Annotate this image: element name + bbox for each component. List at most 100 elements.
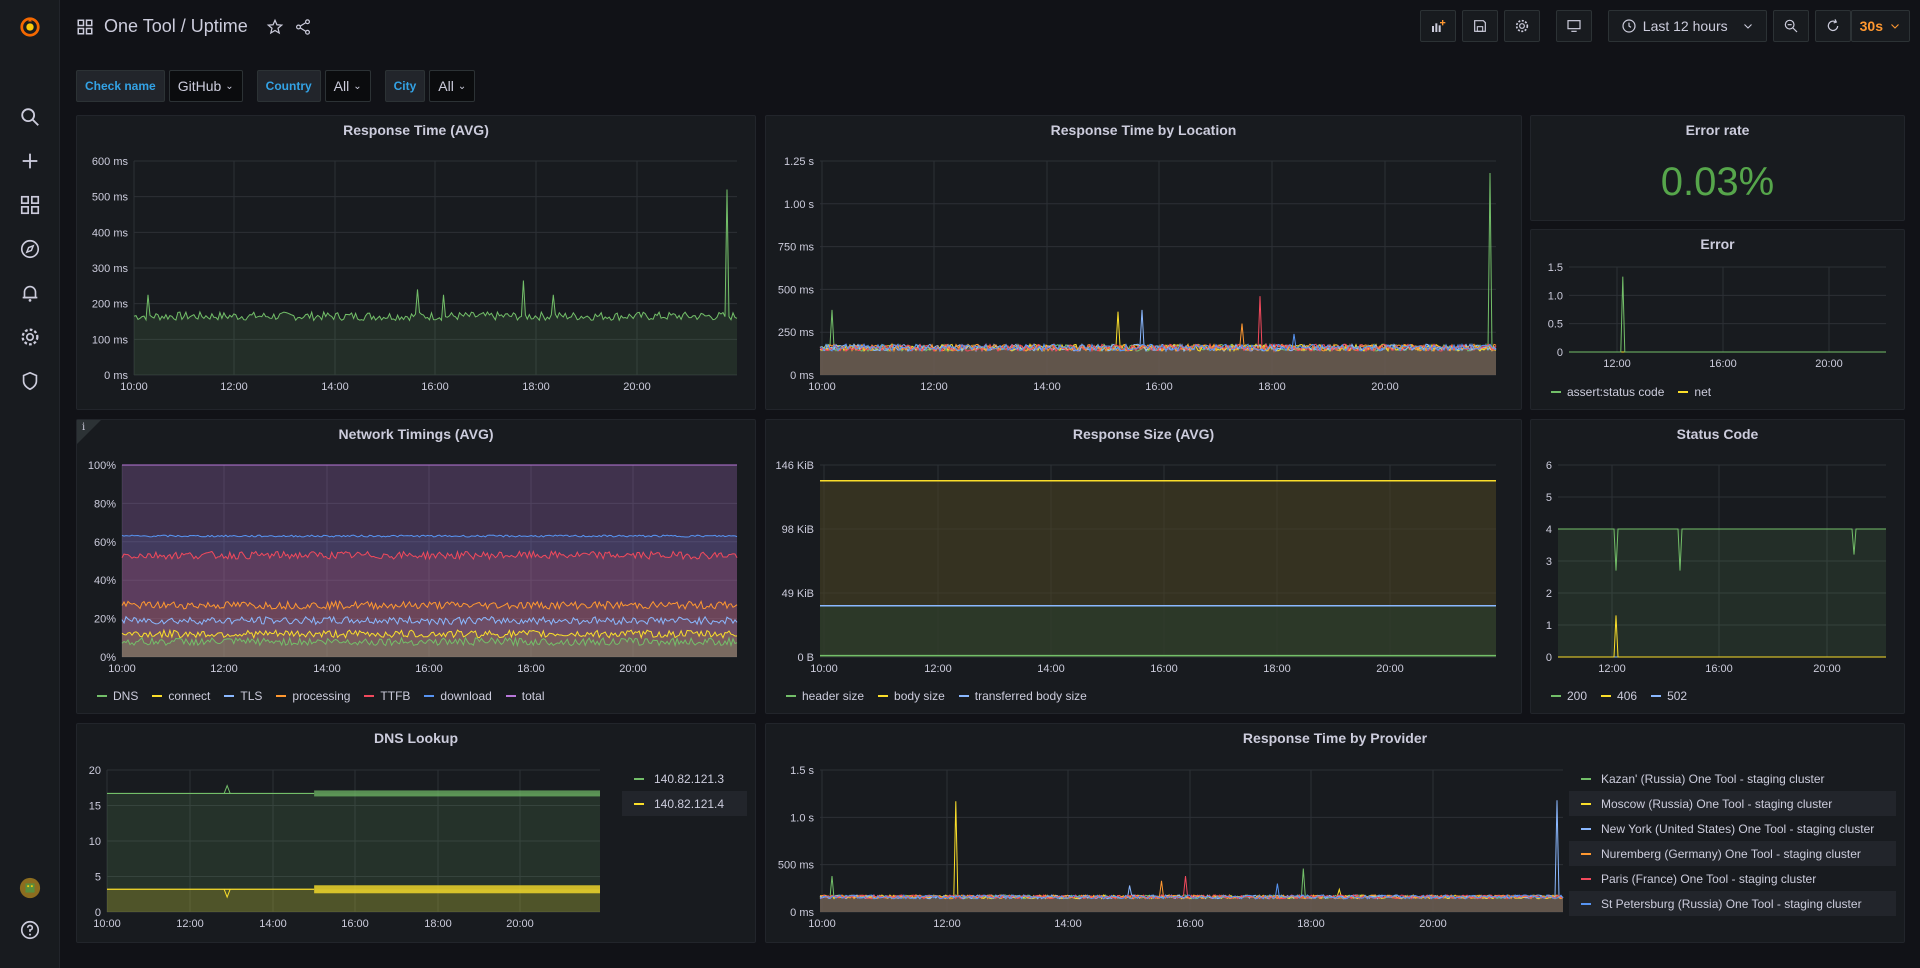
legend-item[interactable]: 140.82.121.3 [622,766,747,791]
y-tick-label: 600 ms [92,156,129,168]
y-tick-label: 1.5 [1548,262,1563,274]
x-tick-label: 20:00 [1815,358,1843,370]
var-select-check-name[interactable]: GitHub ⌄ [168,70,243,102]
x-tick-label: 12:00 [220,381,248,393]
panel-title[interactable]: Error rate [1531,122,1904,138]
legend-item[interactable]: connect [152,689,210,703]
y-tick-label: 1.00 s [784,199,814,211]
legend-item[interactable]: Kazan' (Russia) One Tool - staging clust… [1569,766,1896,791]
var-select-country[interactable]: All ⌄ [324,70,371,102]
var-select-city[interactable]: All ⌄ [429,70,476,102]
x-tick-label: 18:00 [1263,663,1291,675]
panel-title[interactable]: Response Size (AVG) [766,426,1521,442]
x-tick-label: 10:00 [810,663,838,675]
panel-title[interactable]: Status Code [1531,426,1904,442]
add-panel-button[interactable] [1419,10,1456,42]
legend: Kazan' (Russia) One Tool - staging clust… [1569,766,1896,916]
panel-status-code[interactable]: 6 5 4 3 2 1 0 12:00 16:00 20:00 Status Code 200 40… [1530,419,1905,714]
grafana-logo-icon[interactable] [0,7,60,47]
legend-item[interactable]: New York (United States) One Tool - stag… [1569,816,1896,841]
series-location-0-line [819,172,1497,353]
user-avatar[interactable] [0,868,60,908]
panel-title[interactable]: Error [1531,236,1904,252]
refresh-group: 30s [1814,10,1910,42]
legend-item[interactable]: assert:status code [1551,385,1664,399]
legend-item[interactable]: body size [878,689,945,703]
panel-response-size[interactable]: 146 KiB 98 KiB 49 KiB 0 B 10:00 12:00 14:00 16:… [765,419,1522,714]
legend-item[interactable]: 406 [1601,689,1637,703]
legend-item[interactable]: total [505,689,544,703]
time-range-picker[interactable]: Last 12 hours [1607,10,1767,42]
shield-icon[interactable] [0,361,60,401]
legend: assert:status code net [1551,385,1711,399]
dashboards-icon[interactable] [0,185,60,225]
panel-dns-lookup[interactable]: 20 15 10 5 0 10:00 12:00 14:00 16:00 18:00 20:00 DN… [76,723,756,943]
zoom-out-button[interactable] [1772,10,1809,42]
chart-svg: 6 5 4 3 2 1 0 12:00 16:00 20:00 [1546,460,1886,675]
legend-item[interactable]: Nuremberg (Germany) One Tool - staging c… [1569,841,1896,866]
series-location-4-line [819,296,1497,353]
legend-item[interactable]: DNS [97,689,138,703]
x-tick-label: 18:00 [1297,918,1325,930]
y-tick-label: 98 KiB [782,524,814,536]
legend-item[interactable]: net [1678,385,1711,399]
share-icon[interactable] [294,18,312,36]
x-tick-label: 20:00 [506,918,534,930]
legend: 200 406 502 [1551,689,1687,703]
legend-item[interactable]: Paris (France) One Tool - staging cluste… [1569,866,1896,891]
legend-label: New York (United States) One Tool - stag… [1601,821,1875,836]
x-tick-label: 20:00 [1813,663,1841,675]
legend-item[interactable]: 502 [1651,689,1687,703]
y-tick-label: 200 ms [92,299,129,311]
panel-error-rate[interactable]: Error rate 0.03% [1530,115,1905,221]
dns-bump [223,784,231,794]
panel-network-timings[interactable]: 100% 80% 60% 40% 20% 0% 10:00 12:00 14:00 16:00 18… [76,419,756,714]
panel-response-time-by-location[interactable]: 1.25 s 1.00 s 750 ms 500 ms 250 ms 0 ms 10:00 1… [765,115,1522,410]
refresh-button[interactable] [1814,10,1851,42]
legend-label: body size [894,689,945,703]
search-icon[interactable] [0,97,60,137]
series-location-1-line [819,801,1564,900]
var-label-check-name: Check name [76,70,165,102]
legend-label: processing [292,689,351,703]
save-dashboard-button[interactable] [1461,10,1498,42]
legend-item[interactable]: Moscow (Russia) One Tool - staging clust… [1569,791,1896,816]
legend-item[interactable]: 140.82.121.4 [622,791,747,816]
panel-response-time-avg[interactable]: 600 ms 500 ms 400 ms 300 ms 200 ms 100 ms 0 ms… [76,115,756,410]
panel-title[interactable]: Network Timings (AVG) [77,426,755,442]
plus-icon[interactable] [0,141,60,181]
cycle-view-mode-button[interactable] [1555,10,1592,42]
series-location-0-line [819,868,1564,900]
refresh-interval-picker[interactable]: 30s [1850,10,1910,42]
legend-item[interactable]: transferred body size [958,689,1087,703]
panel-response-time-by-provider[interactable]: 1.5 s 1.0 s 500 ms 0 ms 10:00 12:00 14:00 16:00… [765,723,1905,943]
chart-svg: 1.5 1.0 0.5 0 12:00 16:00 20:00 [1548,262,1886,370]
legend-swatch [634,802,644,805]
explore-compass-icon[interactable] [0,229,60,269]
legend-item[interactable]: 200 [1551,689,1587,703]
legend-item[interactable]: St Petersburg (Russia) One Tool - stagin… [1569,891,1896,916]
panel-title[interactable]: Response Time (AVG) [77,122,755,138]
panel-title[interactable]: Response Time by Location [766,122,1521,138]
legend-item[interactable]: TLS [224,689,262,703]
chevron-down-icon [1891,24,1899,29]
legend-item[interactable]: TTFB [364,689,410,703]
star-icon[interactable] [266,18,284,36]
dashboard-title[interactable]: One Tool / Uptime [104,16,248,37]
legend-label: DNS [113,689,139,703]
y-tick-label: 6 [1546,460,1552,472]
settings-gear-icon[interactable] [0,317,60,357]
legend-item[interactable]: download [424,689,492,703]
x-tick-label: 16:00 [341,918,369,930]
alerting-bell-icon[interactable] [0,273,60,313]
legend-item[interactable]: header size [786,689,864,703]
panel-title[interactable]: DNS Lookup [77,730,755,746]
legend-item[interactable]: processing [276,689,350,703]
panel-title[interactable]: Response Time by Provider [766,730,1904,746]
status-200-area [1558,529,1886,657]
x-tick-label: 20:00 [619,663,647,675]
help-icon[interactable] [0,910,60,950]
dashboard-settings-button[interactable] [1503,10,1540,42]
y-tick-label: 60% [94,537,116,549]
panel-error[interactable]: 1.5 1.0 0.5 0 12:00 16:00 20:00 Error assert:st… [1530,229,1905,410]
